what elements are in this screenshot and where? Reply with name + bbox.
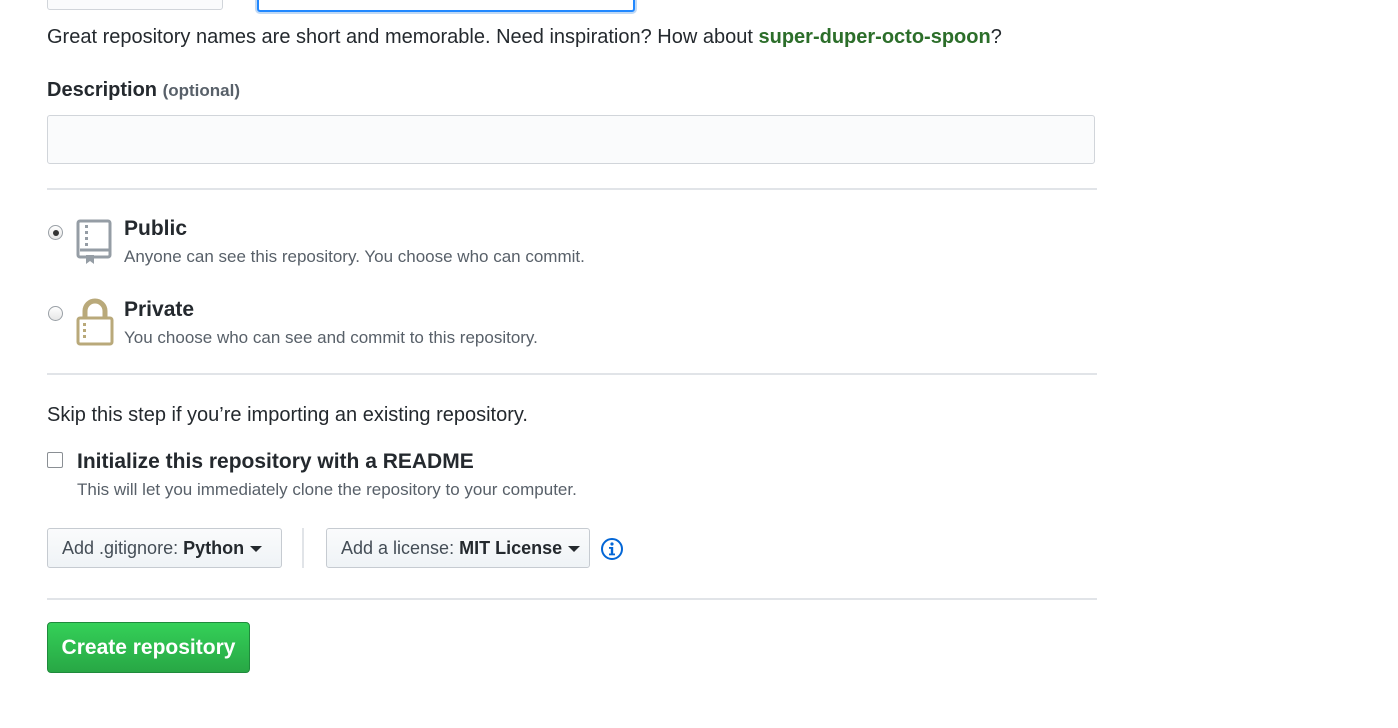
select-separator bbox=[302, 528, 304, 568]
info-icon[interactable] bbox=[600, 537, 624, 561]
private-description: You choose who can see and commit to thi… bbox=[124, 328, 538, 347]
license-value: MIT License bbox=[459, 538, 563, 558]
optional-note: (optional) bbox=[162, 81, 241, 100]
private-label: Private bbox=[124, 298, 195, 321]
readme-checkbox[interactable] bbox=[47, 452, 63, 468]
repo-book-icon bbox=[76, 219, 112, 264]
gitignore-label: Add .gitignore: bbox=[62, 538, 184, 558]
license-select[interactable]: Add a license: MIT License bbox=[326, 528, 590, 568]
readme-label: Initialize this repository with a README bbox=[77, 450, 474, 473]
private-radio[interactable] bbox=[48, 306, 63, 321]
create-repository-button[interactable]: Create repository bbox=[47, 622, 250, 673]
owner-select[interactable] bbox=[47, 0, 223, 10]
readme-description: This will let you immediately clone the … bbox=[77, 480, 577, 499]
chevron-down-icon bbox=[568, 546, 581, 553]
public-radio[interactable] bbox=[48, 225, 63, 240]
gitignore-value: Python bbox=[183, 538, 245, 558]
hint-text: Great repository names are short and mem… bbox=[47, 26, 759, 48]
chevron-down-icon bbox=[250, 546, 263, 553]
divider bbox=[47, 598, 1097, 600]
license-label: Add a license: bbox=[341, 538, 460, 558]
public-description: Anyone can see this repository. You choo… bbox=[124, 247, 585, 266]
hint-suffix: ? bbox=[990, 26, 1002, 48]
description-label-text: Description bbox=[47, 79, 158, 101]
divider bbox=[47, 373, 1097, 375]
gitignore-select[interactable]: Add .gitignore: Python bbox=[47, 528, 282, 568]
description-label: Description (optional) bbox=[47, 79, 240, 102]
divider bbox=[47, 188, 1097, 190]
name-suggestion-link[interactable]: super-duper-octo-spoon bbox=[758, 26, 990, 48]
repository-name-input[interactable] bbox=[257, 0, 635, 12]
repository-name-hint: Great repository names are short and mem… bbox=[47, 26, 1002, 49]
public-label: Public bbox=[124, 217, 188, 240]
lock-icon bbox=[76, 298, 114, 346]
skip-note: Skip this step if you’re importing an ex… bbox=[47, 404, 528, 426]
description-input[interactable] bbox=[47, 115, 1095, 164]
